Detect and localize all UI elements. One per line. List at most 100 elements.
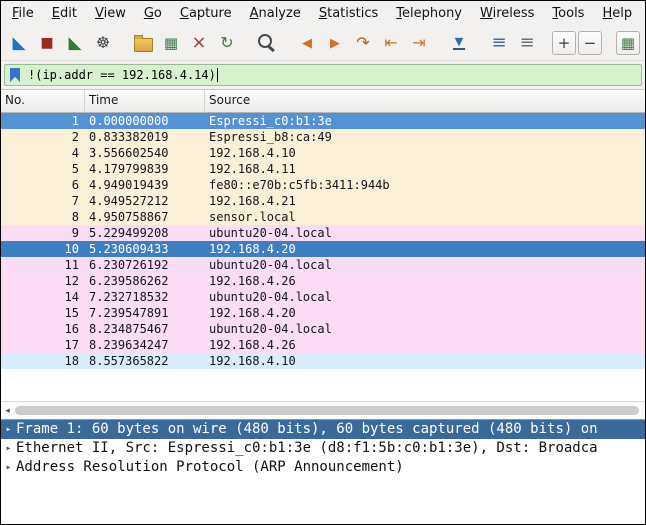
reload-capture-file-glyph: ↻ xyxy=(220,33,234,52)
filter-bookmark-icon[interactable] xyxy=(10,68,20,82)
packet-no: 10 xyxy=(64,242,79,256)
zoom-out-icon[interactable]: − xyxy=(578,31,602,55)
packet-details-pane: ▸ Frame 1: 60 bytes on wire (480 bits), 6… xyxy=(1,419,645,524)
packet-row-11[interactable]: 11 6.230726192 ubuntu20-04.local xyxy=(1,257,645,273)
packet-source: 192.168.4.11 xyxy=(209,162,296,176)
detail-line-2[interactable]: ▸ Address Resolution Protocol (ARP Announ… xyxy=(1,458,645,477)
column-header-time[interactable]: Time xyxy=(85,90,205,112)
packet-time: 3.556602540 xyxy=(89,146,169,160)
packet-source: 192.168.4.20 xyxy=(209,242,296,256)
detail-text: Address Resolution Protocol (ARP Announc… xyxy=(16,459,404,475)
packet-row-8[interactable]: 8 4.950758867 sensor.local xyxy=(1,209,645,225)
go-to-packet-icon[interactable]: ↷ xyxy=(350,30,376,56)
column-header-no[interactable]: No. xyxy=(1,90,85,112)
go-back-icon[interactable]: ◀ xyxy=(294,30,320,56)
packet-row-4[interactable]: 4 3.556602540 192.168.4.10 xyxy=(1,145,645,161)
zoom-in-icon[interactable]: + xyxy=(552,31,576,55)
packet-no: 14 xyxy=(64,290,79,304)
menu-view[interactable]: View xyxy=(86,1,135,26)
folder-glyph xyxy=(133,35,153,52)
go-forward-icon[interactable]: ▶ xyxy=(322,30,348,56)
scrollbar-thumb[interactable] xyxy=(15,406,639,415)
save-capture-file-glyph: ▦ xyxy=(163,33,179,52)
menu-tools[interactable]: Tools xyxy=(543,1,593,26)
packet-source: 192.168.4.10 xyxy=(209,146,296,160)
start-capture-icon[interactable]: ◣ xyxy=(6,30,32,56)
packet-time: 0.000000000 xyxy=(89,114,169,128)
go-last-packet-icon[interactable]: ⇥ xyxy=(406,30,432,56)
stop-capture-icon[interactable]: ■ xyxy=(34,30,60,56)
detail-text: Ethernet II, Src: Espressi_c0:b1:3e (d8:… xyxy=(16,440,598,456)
packet-row-10[interactable]: 10 5.230609433 192.168.4.20 xyxy=(1,241,645,257)
packet-row-5[interactable]: 5 4.179799839 192.168.4.11 xyxy=(1,161,645,177)
packet-row-17[interactable]: 17 8.239634247 192.168.4.26 xyxy=(1,337,645,353)
menu-analyze[interactable]: Analyze xyxy=(241,1,310,26)
packet-time: 5.230609433 xyxy=(89,242,169,256)
packet-row-12[interactable]: 12 6.239586262 192.168.4.26 xyxy=(1,273,645,289)
capture-options-icon[interactable]: ☸ xyxy=(90,30,116,56)
menu-file[interactable]: File xyxy=(3,1,43,26)
packet-row-14[interactable]: 14 7.232718532 ubuntu20-04.local xyxy=(1,289,645,305)
menu-statistics[interactable]: Statistics xyxy=(310,1,387,26)
menu-capture[interactable]: Capture xyxy=(171,1,241,26)
coloring-rules-icon[interactable]: ≡ xyxy=(514,30,540,56)
packet-time: 6.239586262 xyxy=(89,274,169,288)
resize-columns-icon[interactable]: ▦ xyxy=(616,31,640,55)
packet-row-6[interactable]: 6 4.949019439 fe80::e70b:c5fb:3411:944b xyxy=(1,177,645,193)
packet-row-1[interactable]: 1 0.000000000 Espressi_c0:b1:3e xyxy=(1,113,645,129)
packet-row-18[interactable]: 18 8.557365822 192.168.4.10 xyxy=(1,353,645,369)
packet-source: Espressi_c0:b1:3e xyxy=(209,114,332,128)
packet-list-pane: No. Time Source 1 0.000000000 Espressi_c0:b1… xyxy=(1,90,645,419)
main-toolbar: ◣ ■ ◣ ☸ ▦ × ↻ ◀ ▶ ↷ ⇤ ⇥ ▼ ≡ ≡ + − ▦ xyxy=(1,26,645,61)
restart-capture-icon[interactable]: ◣ xyxy=(62,30,88,56)
save-capture-file-icon[interactable]: ▦ xyxy=(158,30,184,56)
packet-source: sensor.local xyxy=(209,210,296,224)
open-capture-file-icon[interactable] xyxy=(130,30,156,56)
expander-icon[interactable]: ▸ xyxy=(1,420,16,439)
text-cursor xyxy=(216,68,218,82)
go-forward-glyph: ▶ xyxy=(330,35,340,51)
packet-row-15[interactable]: 15 7.239547891 192.168.4.20 xyxy=(1,305,645,321)
packet-list-header: No. Time Source xyxy=(1,90,645,113)
expander-icon[interactable]: ▸ xyxy=(1,458,16,477)
packet-no: 5 xyxy=(71,162,79,176)
menu-telephony[interactable]: Telephony xyxy=(387,1,471,26)
packet-source: 192.168.4.26 xyxy=(209,338,296,352)
display-filter-input[interactable]: !(ip.addr == 192.168.4.14) xyxy=(4,64,642,86)
horizontal-scrollbar[interactable]: ◂ xyxy=(1,401,645,419)
packet-row-2[interactable]: 2 0.833382019 Espressi_b8:ca:49 xyxy=(1,129,645,145)
close-capture-file-icon[interactable]: × xyxy=(186,30,212,56)
menu-help[interactable]: Help xyxy=(593,1,641,26)
packet-row-9[interactable]: 9 5.229499208 ubuntu20-04.local xyxy=(1,225,645,241)
packet-source: Espressi_b8:ca:49 xyxy=(209,130,332,144)
packet-no: 1 xyxy=(71,114,79,128)
packet-no: 12 xyxy=(64,274,79,288)
packet-no: 6 xyxy=(71,178,79,192)
go-first-packet-icon[interactable]: ⇤ xyxy=(378,30,404,56)
packet-time: 8.234875467 xyxy=(89,322,169,336)
menu-edit[interactable]: Edit xyxy=(43,1,86,26)
packet-source: 192.168.4.26 xyxy=(209,274,296,288)
packet-time: 4.949527212 xyxy=(89,194,169,208)
scroll-left-icon[interactable]: ◂ xyxy=(1,406,14,416)
packet-no: 18 xyxy=(64,354,79,368)
packet-row-16[interactable]: 16 8.234875467 ubuntu20-04.local xyxy=(1,321,645,337)
detail-line-1[interactable]: ▸ Ethernet II, Src: Espressi_c0:b1:3e (d8… xyxy=(1,439,645,458)
filter-expression[interactable]: !(ip.addr == 192.168.4.14) xyxy=(28,68,216,82)
reload-capture-file-icon[interactable]: ↻ xyxy=(214,30,240,56)
packet-row-7[interactable]: 7 4.949527212 192.168.4.21 xyxy=(1,193,645,209)
find-packet-icon[interactable] xyxy=(254,30,280,56)
packet-no: 11 xyxy=(64,258,79,272)
expander-icon[interactable]: ▸ xyxy=(1,439,16,458)
packet-time: 7.239547891 xyxy=(89,306,169,320)
menu-wireless[interactable]: Wireless xyxy=(471,1,543,26)
auto-scroll-icon[interactable]: ▼ xyxy=(446,30,472,56)
packet-time: 4.949019439 xyxy=(89,178,169,192)
column-header-source[interactable]: Source xyxy=(205,90,645,112)
packet-time: 5.229499208 xyxy=(89,226,169,240)
detail-line-0[interactable]: ▸ Frame 1: 60 bytes on wire (480 bits), 6… xyxy=(1,420,645,439)
colorize-packets-icon[interactable]: ≡ xyxy=(486,30,512,56)
menu-go[interactable]: Go xyxy=(135,1,171,26)
magnifier-glyph xyxy=(258,34,272,48)
go-back-glyph: ◀ xyxy=(302,35,312,51)
